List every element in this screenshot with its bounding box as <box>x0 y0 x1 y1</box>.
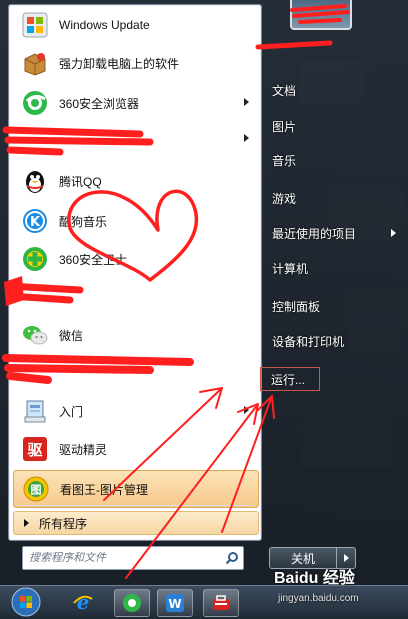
places-pane: 文档 图片 音乐 游戏 最近使用的项目 计算机 控制面板 设备和打印机 运行..… <box>260 0 408 585</box>
qq-penguin-icon <box>19 165 51 197</box>
submenu-arrow-icon <box>391 229 396 237</box>
program-label: 360安全卫士 <box>59 252 128 267</box>
places-item-recent[interactable]: 最近使用的项目 <box>272 221 402 245</box>
program-item-uninstaller[interactable]: 强力卸载电脑上的软件 <box>13 45 257 81</box>
places-item-computer[interactable]: 计算机 <box>272 256 402 280</box>
divider <box>19 505 251 506</box>
places-item-games[interactable]: 游戏 <box>272 186 402 210</box>
places-label: 图片 <box>272 119 297 134</box>
places-item-control-panel[interactable]: 控制面板 <box>272 294 402 318</box>
places-item-documents[interactable]: 文档 <box>272 78 402 102</box>
places-label: 运行... <box>271 372 306 387</box>
program-item-getting-started[interactable]: 入门 <box>13 393 257 429</box>
triangle-right-icon <box>24 519 29 527</box>
search-input[interactable] <box>23 549 221 567</box>
svg-text:驱: 驱 <box>27 441 42 459</box>
svg-text:K: K <box>30 215 41 230</box>
toolbox-icon[interactable] <box>203 589 239 617</box>
places-label: 文档 <box>272 83 297 98</box>
program-item-windows-update[interactable]: Windows Update <box>13 7 257 43</box>
program-item-qq[interactable]: 腾讯QQ <box>13 163 257 199</box>
program-item-redacted[interactable] <box>13 279 257 315</box>
360-browser-icon[interactable] <box>114 589 150 617</box>
places-label: 计算机 <box>272 261 309 276</box>
windows-update-icon <box>19 9 51 41</box>
submenu-arrow-icon <box>244 406 249 414</box>
windows-start-orb-icon[interactable] <box>6 587 46 617</box>
search-icon[interactable] <box>221 547 243 569</box>
program-item-360-safe[interactable]: 360安全卫士 <box>13 241 257 277</box>
program-label: 腾讯QQ <box>59 174 102 189</box>
program-item-kugou[interactable]: K 酷狗音乐 <box>13 203 257 239</box>
places-item-devices-printers[interactable]: 设备和打印机 <box>272 329 402 353</box>
program-item-driver-genius[interactable]: 驱 驱动精灵 <box>13 431 257 467</box>
shutdown-options-button[interactable] <box>336 547 356 569</box>
program-label: 驱动精灵 <box>59 442 108 457</box>
program-label: 强力卸载电脑上的软件 <box>59 56 180 71</box>
image-viewer-icon: 图 <box>20 473 52 505</box>
submenu-arrow-icon <box>244 134 249 142</box>
program-label: 酷狗音乐 <box>59 214 108 229</box>
getting-started-icon <box>19 395 51 427</box>
program-item-360-browser[interactable]: 360安全浏览器 <box>13 85 257 121</box>
all-programs-label: 所有程序 <box>39 516 88 531</box>
places-label: 设备和打印机 <box>272 334 345 349</box>
shutdown-label: 关机 <box>290 551 315 566</box>
wechat-icon <box>19 319 51 351</box>
places-item-run[interactable]: 运行... <box>260 367 320 391</box>
search-box <box>22 546 244 570</box>
programs-pane: Windows Update 强力卸载电脑上的软件 360安全浏览器 腾讯QQ … <box>8 4 262 541</box>
program-label: 微信 <box>59 328 84 343</box>
360-browser-icon <box>19 87 51 119</box>
svg-text:图: 图 <box>31 484 42 497</box>
program-label: 360安全浏览器 <box>59 96 140 111</box>
program-label: 看图王-图片管理 <box>60 482 148 497</box>
redacted-icon <box>19 123 51 155</box>
ie-icon[interactable]: e <box>66 589 100 615</box>
program-item-wechat[interactable]: 微信 <box>13 317 257 353</box>
places-item-pictures[interactable]: 图片 <box>272 114 402 138</box>
program-item-redacted[interactable] <box>13 355 257 391</box>
shutdown-button[interactable]: 关机 <box>269 547 337 569</box>
uninstall-box-icon <box>19 47 51 79</box>
svg-text:W: W <box>168 597 181 611</box>
places-label: 最近使用的项目 <box>272 226 357 241</box>
places-label: 音乐 <box>272 153 297 168</box>
places-item-music[interactable]: 音乐 <box>272 148 402 172</box>
places-label: 控制面板 <box>272 299 321 314</box>
all-programs-button[interactable]: 所有程序 <box>13 511 259 535</box>
program-label: 入门 <box>59 404 84 419</box>
program-item-image-viewer[interactable]: 图 看图王-图片管理 <box>13 470 259 508</box>
kugou-music-icon: K <box>19 205 51 237</box>
program-label: Windows Update <box>59 18 150 32</box>
program-item-redacted[interactable] <box>13 121 257 157</box>
redacted-icon <box>19 281 51 313</box>
svg-text:e: e <box>77 591 90 613</box>
driver-genius-icon: 驱 <box>19 433 51 465</box>
submenu-arrow-icon <box>244 98 249 106</box>
triangle-right-icon <box>343 554 349 562</box>
start-menu: Windows Update 强力卸载电脑上的软件 360安全浏览器 腾讯QQ … <box>0 0 408 585</box>
places-label: 游戏 <box>272 191 297 206</box>
360-safe-icon <box>19 243 51 275</box>
redacted-icon <box>19 357 51 389</box>
wps-icon[interactable]: W <box>157 589 193 617</box>
